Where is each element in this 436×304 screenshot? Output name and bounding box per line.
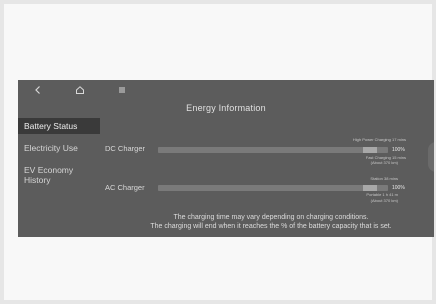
side-scroll-handle[interactable]	[428, 142, 434, 172]
sidebar-item-ev-economy-history[interactable]: EV Economy History	[18, 162, 100, 188]
top-bar	[18, 80, 434, 100]
dc-high-power-note: High Power Charging 17 mins	[352, 137, 406, 142]
dc-range-note: (About 370 km)	[370, 160, 398, 165]
energy-information-screen: Energy Information Battery Status Electr…	[18, 80, 434, 237]
sidebar: Battery Status Electricity Use EV Econom…	[18, 118, 100, 188]
menu-icon[interactable]	[116, 84, 128, 96]
dc-target-marker	[362, 147, 377, 153]
page-title: Energy Information	[186, 103, 266, 113]
disclaimer-line-2: The charging will end when it reaches th…	[150, 223, 392, 230]
back-icon[interactable]	[32, 84, 44, 96]
charging-disclaimer: The charging time may vary depending on …	[108, 213, 434, 231]
dc-charge-bar-fill	[158, 147, 388, 153]
sidebar-item-battery-status[interactable]: Battery Status	[18, 118, 100, 134]
dc-charge-bar	[158, 147, 388, 153]
ac-charge-bar-fill	[158, 185, 388, 191]
ac-portable-note: Portable 1 h 41 m	[366, 192, 398, 197]
ac-charge-bar	[158, 185, 388, 191]
ac-charger-label: AC Charger	[105, 183, 145, 192]
sidebar-item-electricity-use[interactable]: Electricity Use	[18, 140, 100, 156]
dc-charger-label: DC Charger	[105, 144, 146, 153]
ac-percent-label: 100%	[392, 185, 405, 191]
disclaimer-line-1: The charging time may vary depending on …	[173, 214, 369, 221]
ac-station-note: Station 38 mins	[370, 176, 398, 181]
dc-percent-label: 100%	[392, 147, 405, 153]
ac-target-marker	[362, 185, 377, 191]
home-icon[interactable]	[74, 84, 86, 96]
ac-range-note: (About 370 km)	[370, 198, 398, 203]
